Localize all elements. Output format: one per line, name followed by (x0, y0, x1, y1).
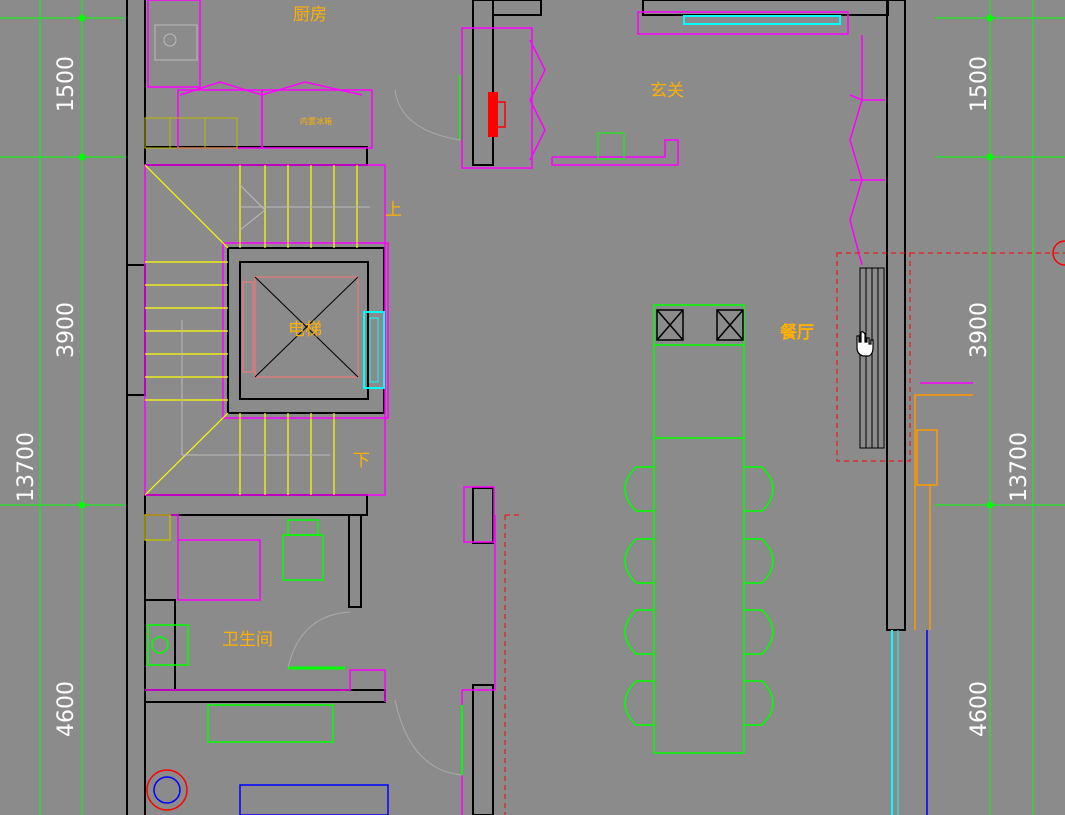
label-elevator: 电梯 (288, 320, 322, 340)
label-entrance: 玄关 (650, 81, 684, 101)
fixtures-outline (144, 0, 973, 815)
label-dining: 餐厅 (780, 322, 814, 343)
bathroom-fixtures (144, 514, 463, 815)
cad-canvas[interactable]: 1500 3900 13700 4600 1500 3900 13700 460… (0, 0, 1065, 815)
dim-right-top: 1500 (967, 56, 992, 112)
stairs (144, 164, 358, 496)
dim-left-mid: 3900 (54, 302, 79, 358)
floorplan-drawing[interactable]: 1500 3900 13700 4600 1500 3900 13700 460… (0, 0, 1065, 815)
label-stairs-down: 下 (353, 451, 370, 471)
appliance-label: 内置冰箱 (300, 116, 332, 126)
label-stairs-up: 上 (385, 200, 402, 220)
wine-cabinet (859, 267, 885, 449)
dim-left-total: 13700 (14, 432, 39, 502)
label-bathroom: 卫生间 (222, 630, 273, 650)
dining-table (653, 304, 745, 754)
walls (126, 0, 906, 815)
label-kitchen: 厨房 (293, 5, 327, 25)
dim-left-top: 1500 (54, 56, 79, 112)
dim-right-mid: 3900 (967, 302, 992, 358)
stair-arrows (181, 184, 370, 456)
hand-pointer-icon (856, 331, 874, 357)
dim-left-bottom: 4600 (54, 681, 79, 737)
dim-right-bottom: 4600 (967, 681, 992, 737)
dim-right-total: 13700 (1007, 432, 1032, 502)
dining-chairs (624, 466, 774, 726)
right-dimension-lines (935, 0, 1065, 815)
